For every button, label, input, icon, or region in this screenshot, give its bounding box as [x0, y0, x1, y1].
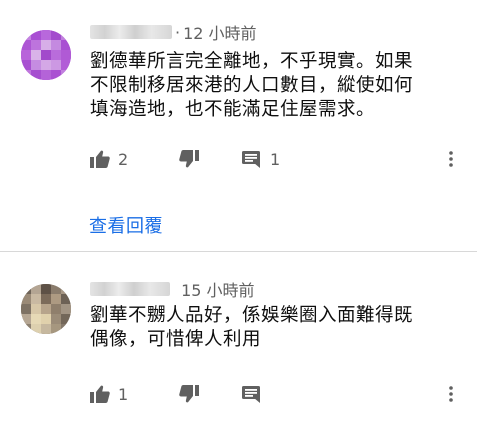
meta-separator: · — [175, 22, 181, 42]
like-count: 1 — [118, 384, 129, 404]
avatar[interactable] — [21, 284, 71, 334]
comment-icon — [242, 150, 260, 168]
comment-timestamp[interactable]: 15 小時前 — [181, 277, 254, 301]
like-count: 2 — [118, 149, 129, 169]
reply-button[interactable] — [242, 381, 260, 407]
view-replies-link[interactable]: 查看回覆 — [89, 212, 163, 238]
comment-timestamp[interactable]: 12 小時前 — [183, 20, 256, 44]
like-button[interactable]: 2 — [90, 146, 128, 172]
comment-item: · 12 小時前 劉德華所言完全離地，不乎現實。如果 不限制移居來港的人口數目，… — [0, 0, 477, 240]
avatar-image — [21, 30, 71, 80]
thumb-down-icon — [179, 150, 199, 168]
author-name-redacted[interactable] — [90, 282, 170, 296]
comment-text-line: 不限制移居來港的人口數目，縱使如何 — [90, 75, 414, 96]
comment-text-line: 劉德華所言完全離地，不乎現實。如果 — [90, 51, 414, 72]
comment-actions: 1 — [90, 381, 470, 407]
reply-count: 1 — [270, 149, 281, 169]
comment-meta: 15 小時前 — [90, 278, 255, 300]
author-name-redacted[interactable] — [90, 25, 172, 39]
comment-text-line: 偶像，可惜俾人利用 — [90, 329, 262, 350]
reply-button[interactable]: 1 — [242, 146, 280, 172]
comment-text: 劉華不嬲人品好，係娛樂圈入面難得既 偶像，可惜俾人利用 — [90, 304, 462, 352]
comment-icon — [242, 385, 260, 403]
thumb-down-icon — [179, 385, 199, 403]
comment-meta: · 12 小時前 — [90, 21, 257, 43]
more-vert-icon — [449, 386, 453, 402]
comment-actions: 2 1 — [90, 146, 470, 172]
comment-item: 15 小時前 劉華不嬲人品好，係娛樂圈入面難得既 偶像，可惜俾人利用 1 — [0, 268, 477, 425]
avatar-image — [21, 284, 71, 334]
comment-text: 劉德華所言完全離地，不乎現實。如果 不限制移居來港的人口數目，縱使如何 填海造地… — [90, 50, 462, 122]
avatar[interactable] — [21, 30, 71, 80]
more-vert-icon — [449, 151, 453, 167]
thumb-up-icon — [90, 150, 110, 168]
meta-separator — [173, 280, 178, 299]
dislike-button[interactable] — [179, 381, 199, 407]
comments-page: · 12 小時前 劉德華所言完全離地，不乎現實。如果 不限制移居來港的人口數目，… — [0, 0, 477, 425]
more-options-button[interactable] — [445, 381, 457, 407]
divider — [0, 251, 477, 252]
dislike-button[interactable] — [179, 146, 199, 172]
more-options-button[interactable] — [445, 146, 457, 172]
comment-text-line: 填海造地，也不能滿足住屋需求。 — [90, 99, 376, 120]
like-button[interactable]: 1 — [90, 381, 128, 407]
thumb-up-icon — [90, 385, 110, 403]
comment-text-line: 劉華不嬲人品好，係娛樂圈入面難得既 — [90, 305, 414, 326]
